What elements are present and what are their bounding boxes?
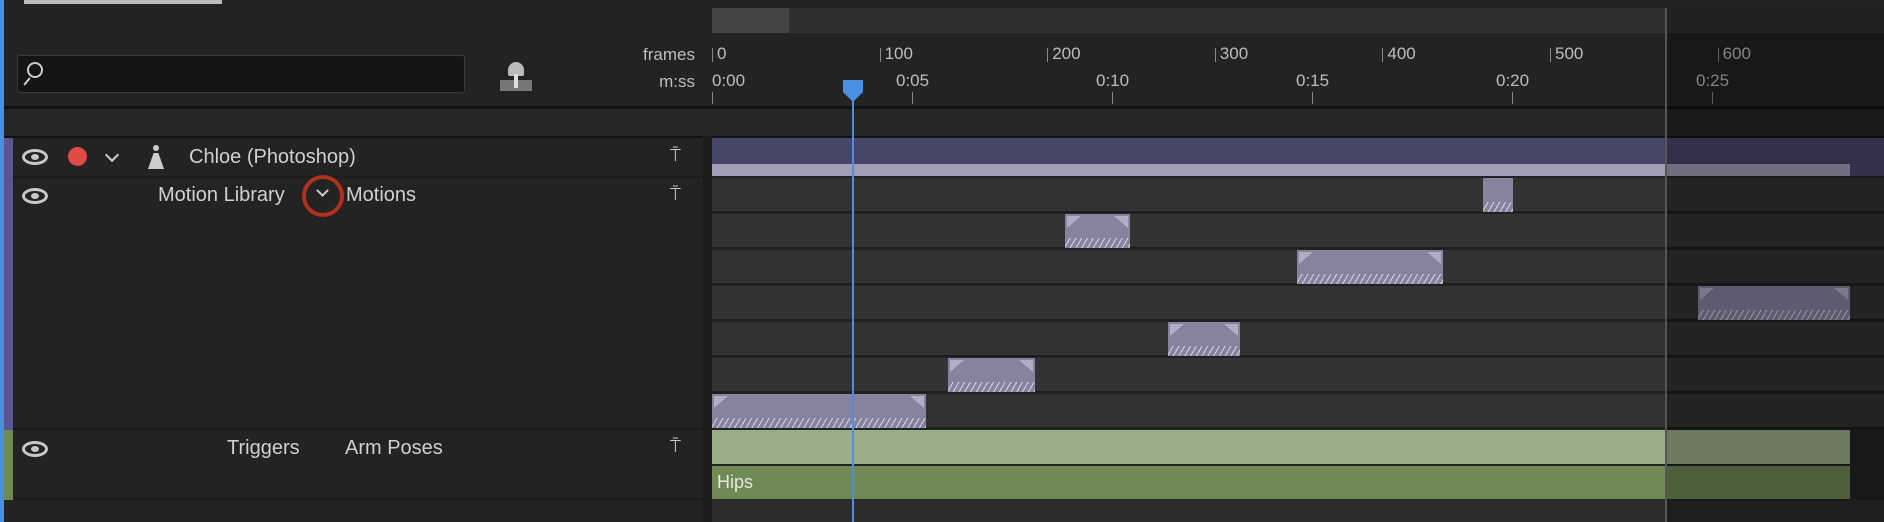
frame-tick bbox=[712, 48, 713, 62]
time-tick bbox=[912, 92, 913, 104]
frame-tick-label: 200 bbox=[1052, 44, 1081, 63]
motion-clip[interactable] bbox=[948, 358, 1035, 392]
search-icon-handle bbox=[23, 77, 31, 86]
track-sub-arm-poses[interactable]: Arm Poses bbox=[345, 436, 443, 460]
time-tick bbox=[1312, 92, 1313, 104]
puppet-pin-toggle-icon[interactable] bbox=[500, 62, 532, 92]
frame-tick bbox=[1382, 48, 1384, 62]
frame-tick-label: 100 bbox=[884, 44, 913, 63]
track-sub-motions[interactable]: Motions bbox=[346, 183, 416, 207]
motion-clip[interactable] bbox=[712, 394, 926, 428]
frame-tick-label: 300 bbox=[1219, 44, 1249, 63]
time-tick-label: 0:10 bbox=[1096, 71, 1130, 90]
frame-tick-label: 500 bbox=[1555, 44, 1584, 63]
visibility-eye-icon[interactable] bbox=[22, 149, 48, 165]
expand-chevron-highlight[interactable] bbox=[302, 175, 344, 217]
time-tick-label: 0:05 bbox=[896, 71, 930, 90]
track-name-motion-library[interactable]: Motion Library bbox=[158, 183, 285, 207]
motion-clip[interactable] bbox=[1168, 322, 1240, 356]
motion-clip[interactable] bbox=[1065, 214, 1130, 248]
search-icon bbox=[27, 62, 43, 78]
time-tick-label: 0:15 bbox=[1296, 71, 1330, 90]
search-input[interactable] bbox=[17, 55, 465, 93]
motion-clip[interactable] bbox=[1483, 178, 1513, 212]
playhead-handle[interactable] bbox=[843, 80, 863, 102]
motion-clip[interactable] bbox=[1297, 250, 1443, 284]
pin-icon[interactable]: ⍑ bbox=[670, 436, 692, 458]
frame-tick-label: 0 bbox=[717, 44, 727, 63]
frame-tick bbox=[1214, 48, 1216, 62]
record-arm-icon[interactable] bbox=[68, 147, 87, 166]
pin-icon[interactable]: ⍑ bbox=[670, 184, 692, 206]
out-of-range-shade bbox=[1665, 8, 1884, 522]
empty-row bbox=[4, 109, 1884, 136]
visibility-eye-icon[interactable] bbox=[22, 441, 48, 457]
time-tick-label: 0:20 bbox=[1496, 71, 1530, 90]
playhead-line[interactable] bbox=[852, 80, 854, 522]
frame-tick-label: 400 bbox=[1387, 44, 1416, 63]
visibility-eye-icon[interactable] bbox=[22, 188, 48, 204]
chevron-down-icon[interactable] bbox=[104, 147, 120, 163]
track-name-chloe[interactable]: Chloe (Photoshop) bbox=[189, 145, 356, 169]
puppet-icon bbox=[147, 145, 165, 169]
mss-label: m:ss bbox=[659, 72, 695, 91]
time-tick bbox=[1112, 92, 1113, 104]
time-tick-label: 0:00 bbox=[712, 71, 746, 90]
track-name-triggers[interactable]: Triggers bbox=[227, 436, 300, 460]
time-tick bbox=[1512, 92, 1513, 104]
frame-tick bbox=[1550, 48, 1551, 62]
scrollbar-thumb[interactable] bbox=[712, 8, 789, 33]
frames-label: frames bbox=[643, 45, 695, 64]
take-label: Hips bbox=[717, 472, 754, 492]
frame-tick bbox=[879, 48, 881, 62]
time-tick bbox=[712, 92, 713, 104]
puppet-group-stripe bbox=[4, 138, 13, 430]
top-tab-indicator bbox=[24, 0, 222, 4]
pin-icon[interactable]: ⍑ bbox=[670, 145, 692, 167]
frame-tick bbox=[1047, 48, 1049, 62]
trigger-group-stripe bbox=[4, 430, 13, 500]
chevron-down-icon bbox=[316, 184, 329, 197]
